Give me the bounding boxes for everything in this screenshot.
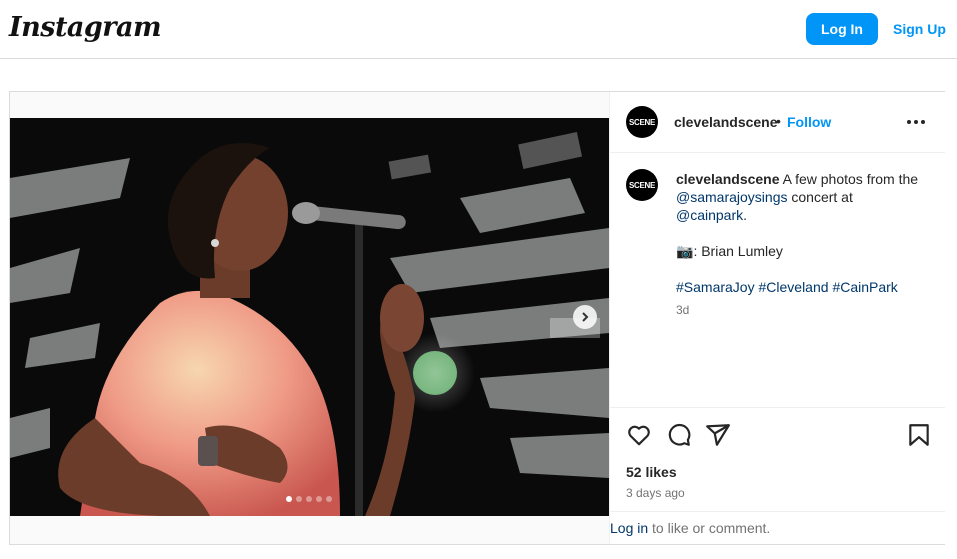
carousel-dot — [316, 496, 322, 502]
caption-text: . — [743, 207, 748, 223]
caption-text: A few photos from the — [779, 171, 919, 187]
follow-button[interactable]: Follow — [787, 114, 831, 130]
post-header: SCENE clevelandscene • Follow — [610, 92, 945, 153]
signup-link[interactable]: Sign Up — [893, 21, 946, 37]
camera-icon: 📷 — [676, 243, 694, 259]
caption-text: concert at — [787, 189, 853, 205]
login-link[interactable]: Log in — [610, 520, 648, 536]
instagram-logo[interactable]: Instagram — [9, 12, 162, 43]
caption: clevelandscene A few photos from the @sa… — [676, 170, 926, 296]
carousel-dot — [326, 496, 332, 502]
post-timestamp: 3 days ago — [626, 486, 685, 500]
avatar[interactable]: SCENE — [626, 106, 658, 138]
bookmark-icon[interactable] — [906, 422, 932, 448]
more-options-icon[interactable] — [904, 114, 928, 130]
comment-icon[interactable] — [666, 422, 692, 448]
caption-age: 3d — [676, 303, 690, 317]
like-count[interactable]: 52 likes — [626, 464, 677, 480]
carousel-dots — [286, 496, 332, 502]
mention-link[interactable]: @cainpark — [676, 207, 743, 223]
hashtag-link[interactable]: #SamaraJoy — [676, 279, 755, 295]
top-bar: Instagram Log In Sign Up — [0, 0, 957, 59]
caption-avatar[interactable]: SCENE — [626, 169, 658, 201]
login-button[interactable]: Log In — [806, 13, 878, 45]
comment-prompt-text: to like or comment. — [648, 520, 771, 536]
share-icon[interactable] — [705, 422, 731, 448]
carousel-dot — [286, 496, 292, 502]
separator-dot: • — [776, 113, 781, 129]
post-card: SCENE clevelandscene • Follow SCENE clev… — [9, 91, 945, 545]
photo-credit: : Brian Lumley — [693, 243, 783, 259]
concert-photo — [10, 118, 609, 516]
post-username[interactable]: clevelandscene — [674, 114, 778, 130]
heart-icon[interactable] — [626, 422, 652, 448]
chevron-right-icon — [582, 312, 589, 322]
carousel-dot — [306, 496, 312, 502]
post-sidebar: SCENE clevelandscene • Follow SCENE clev… — [609, 92, 945, 544]
carousel-dot — [296, 496, 302, 502]
carousel-next-button[interactable] — [573, 305, 597, 329]
hashtag-link[interactable]: #Cleveland — [758, 279, 828, 295]
mention-link[interactable]: @samarajoysings — [676, 189, 787, 205]
hashtag-link[interactable]: #CainPark — [832, 279, 897, 295]
caption-username[interactable]: clevelandscene — [676, 171, 780, 187]
comment-login-prompt: Log in to like or comment. — [610, 511, 945, 545]
post-photo[interactable] — [10, 118, 609, 516]
